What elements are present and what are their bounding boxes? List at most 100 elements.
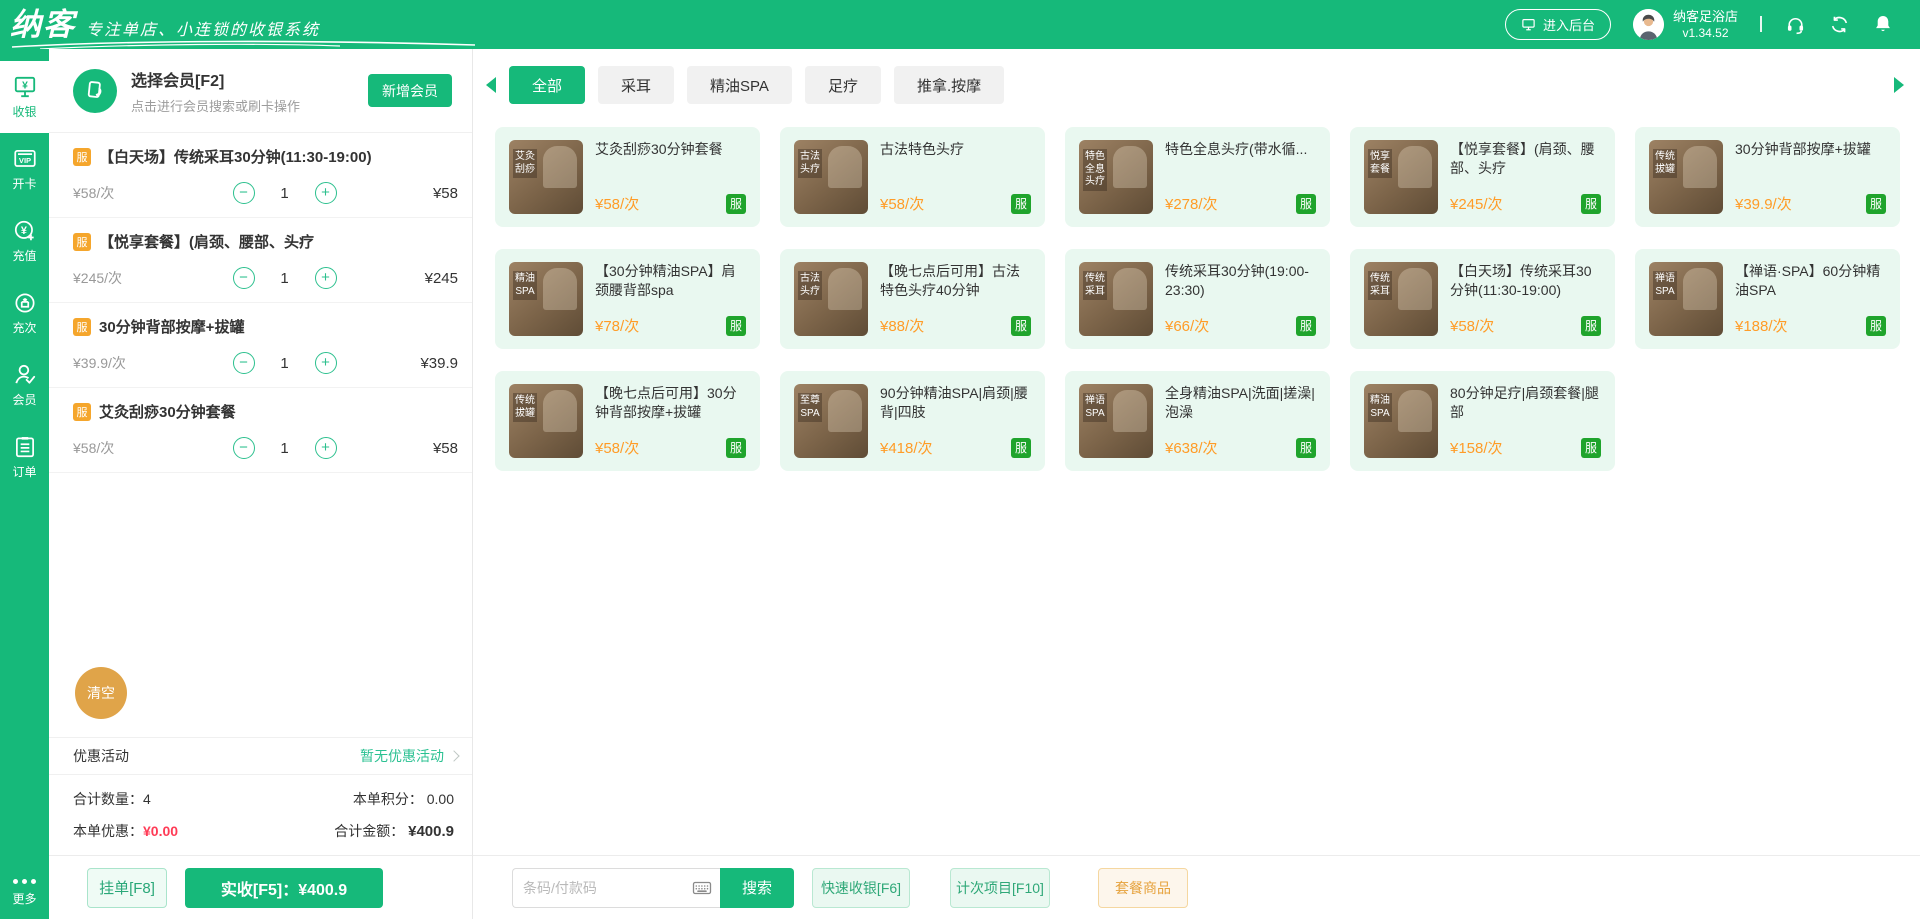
product-name: 【晚七点后可用】30分钟背部按摩+拔罐 [595, 384, 746, 422]
scroll-right-icon[interactable] [1894, 77, 1904, 93]
vip-card-icon: VIP [12, 146, 38, 172]
product-card[interactable]: 精油SPA 80分钟足疗|肩颈套餐|腿部 ¥158/次 服 [1350, 371, 1615, 471]
sidebar-item-label: 充次 [12, 319, 36, 336]
product-card[interactable]: 至尊SPA 90分钟精油SPA|肩颈|腰背|四肢 ¥418/次 服 [780, 371, 1045, 471]
user-info[interactable]: 纳客足浴店 v1.34.52 [1633, 8, 1738, 42]
clear-cart-button[interactable]: 清空 [75, 667, 127, 719]
product-card[interactable]: 传统拔罐 30分钟背部按摩+拔罐 ¥39.9/次 服 [1635, 127, 1900, 227]
cart-item-qty: 1 [279, 355, 291, 372]
divider [1760, 16, 1762, 32]
sidebar-more-label: 更多 [12, 890, 36, 907]
cart-item-unit-price: ¥39.9/次 [73, 353, 191, 373]
cart-item-name: 【白天场】传统采耳30分钟(11:30-19:00) [99, 146, 372, 167]
service-badge: 服 [1011, 316, 1031, 336]
sync-icon[interactable] [1828, 13, 1850, 35]
cart-item[interactable]: 服 艾灸刮痧30分钟套餐 ¥58/次 1 ¥58 [49, 388, 472, 473]
sidebar-item-recharge-times[interactable]: 充次 [0, 277, 49, 349]
increase-qty-button[interactable] [315, 352, 337, 374]
customer-service-icon[interactable] [1784, 13, 1806, 35]
increase-qty-button[interactable] [315, 267, 337, 289]
increase-qty-button[interactable] [315, 437, 337, 459]
keyboard-icon[interactable] [692, 878, 712, 903]
top-bar: 纳客 专注单店、小连锁的收银系统 进入后台 纳客足浴店 [0, 0, 1920, 49]
product-price: ¥58/次 [595, 193, 639, 214]
sidebar-item-cashier[interactable]: ¥ 收银 [0, 61, 49, 133]
scroll-left-icon[interactable] [486, 77, 496, 93]
product-name: 特色全息头疗(带水循... [1165, 140, 1316, 159]
product-card[interactable]: 禅语SPA 【禅语·SPA】60分钟精油SPA ¥188/次 服 [1635, 249, 1900, 349]
product-grid: 艾灸刮痧 艾灸刮痧30分钟套餐 ¥58/次 服 古法头疗 古法特色头疗 ¥58/… [495, 127, 1900, 471]
store-name: 纳客足浴店 [1673, 8, 1738, 26]
search-button[interactable]: 搜索 [720, 868, 794, 908]
cart-item[interactable]: 服 30分钟背部按摩+拔罐 ¥39.9/次 1 ¥39.9 [49, 303, 472, 388]
product-card[interactable]: 古法头疗 【晚七点后可用】古法特色头疗40分钟 ¥88/次 服 [780, 249, 1045, 349]
discount-value: ¥0.00 [143, 823, 178, 839]
product-card[interactable]: 禅语SPA 全身精油SPA|洗面|搓澡|泡澡 ¥638/次 服 [1065, 371, 1330, 471]
notification-bell-icon[interactable] [1872, 13, 1894, 35]
sidebar-item-orders[interactable]: 订单 [0, 421, 49, 493]
tab-foot-massage[interactable]: 足疗 [805, 66, 881, 104]
barcode-input[interactable] [512, 868, 720, 908]
decrease-qty-button[interactable] [233, 182, 255, 204]
product-price: ¥58/次 [880, 193, 924, 214]
member-card-swipe-icon[interactable] [73, 69, 117, 113]
increase-qty-button[interactable] [315, 182, 337, 204]
product-name: 艾灸刮痧30分钟套餐 [595, 140, 746, 159]
product-image: 精油SPA [1364, 384, 1438, 458]
more-dots-icon [13, 879, 36, 884]
recharge-icon: ¥ [12, 218, 38, 244]
sidebar-item-open-card[interactable]: VIP 开卡 [0, 133, 49, 205]
product-card[interactable]: 传统拔罐 【晚七点后可用】30分钟背部按摩+拔罐 ¥58/次 服 [495, 371, 760, 471]
quick-cashier-button[interactable]: 快速收银[F6] [812, 868, 910, 908]
tab-all[interactable]: 全部 [509, 66, 585, 104]
product-name: 【30分钟精油SPA】肩颈腰背部spa [595, 262, 746, 300]
sidebar-item-label: 开卡 [12, 175, 36, 192]
sidebar-item-members[interactable]: 会员 [0, 349, 49, 421]
sidebar: ¥ 收银 VIP 开卡 ¥ 充值 充次 [0, 49, 49, 919]
decrease-qty-button[interactable] [233, 352, 255, 374]
add-member-button[interactable]: 新增会员 [368, 74, 452, 107]
product-name: 【悦享套餐】(肩颈、腰部、头疗 [1450, 140, 1601, 178]
product-card[interactable]: 特色全息头疗 特色全息头疗(带水循... ¥278/次 服 [1065, 127, 1330, 227]
count-item-button[interactable]: 计次项目[F10] [950, 868, 1050, 908]
product-card[interactable]: 传统采耳 【白天场】传统采耳30分钟(11:30-19:00) ¥58/次 服 [1350, 249, 1615, 349]
package-goods-button[interactable]: 套餐商品 [1098, 868, 1188, 908]
logo-tagline: 专注单店、小连锁的收银系统 [86, 16, 320, 40]
barcode-group: 搜索 [512, 868, 794, 908]
cart-item-amount: ¥58 [378, 185, 458, 202]
product-price: ¥188/次 [1735, 315, 1788, 336]
tab-tuina-massage[interactable]: 推拿.按摩 [894, 66, 1004, 104]
points-label: 本单积分： [353, 791, 423, 807]
cart-item[interactable]: 服 【悦享套餐】(肩颈、腰部、头疗 ¥245/次 1 ¥245 [49, 218, 472, 303]
charge-button[interactable]: 实收[F5]：¥400.9 [185, 868, 383, 908]
decrease-qty-button[interactable] [233, 267, 255, 289]
sidebar-item-more[interactable]: 更多 [0, 879, 49, 907]
total-qty-label: 合计数量： [73, 789, 143, 809]
promo-value-link[interactable]: 暂无优惠活动 [360, 746, 458, 766]
sidebar-item-recharge[interactable]: ¥ 充值 [0, 205, 49, 277]
category-tabs: 全部 采耳 精油SPA 足疗 推拿.按摩 [473, 49, 1920, 107]
select-member-button[interactable]: 选择会员[F2] 点击进行会员搜索或刷卡操作 [131, 67, 300, 115]
cart-panel: 选择会员[F2] 点击进行会员搜索或刷卡操作 新增会员 服 【白天场】传统采耳3… [49, 49, 473, 919]
product-image: 传统拔罐 [509, 384, 583, 458]
select-member-title: 选择会员[F2] [131, 67, 300, 91]
product-image: 传统采耳 [1079, 262, 1153, 336]
cart-item[interactable]: 服 【白天场】传统采耳30分钟(11:30-19:00) ¥58/次 1 ¥58 [49, 133, 472, 218]
tab-ear-cleaning[interactable]: 采耳 [598, 66, 674, 104]
product-card[interactable]: 艾灸刮痧 艾灸刮痧30分钟套餐 ¥58/次 服 [495, 127, 760, 227]
service-badge: 服 [73, 403, 91, 421]
product-price: ¥58/次 [1450, 315, 1494, 336]
decrease-qty-button[interactable] [233, 437, 255, 459]
product-image: 悦享套餐 [1364, 140, 1438, 214]
tab-oil-spa[interactable]: 精油SPA [687, 66, 792, 104]
product-card[interactable]: 传统采耳 传统采耳30分钟(19:00-23:30) ¥66/次 服 [1065, 249, 1330, 349]
enter-backstage-button[interactable]: 进入后台 [1505, 9, 1611, 40]
product-card[interactable]: 悦享套餐 【悦享套餐】(肩颈、腰部、头疗 ¥245/次 服 [1350, 127, 1615, 227]
hold-order-button[interactable]: 挂单[F8] [87, 868, 167, 908]
product-card[interactable]: 古法头疗 古法特色头疗 ¥58/次 服 [780, 127, 1045, 227]
product-card[interactable]: 精油SPA 【30分钟精油SPA】肩颈腰背部spa ¥78/次 服 [495, 249, 760, 349]
discount-label: 本单优惠： [73, 821, 143, 841]
avatar [1633, 9, 1664, 40]
cart-item-amount: ¥245 [378, 270, 458, 287]
product-name: 80分钟足疗|肩颈套餐|腿部 [1450, 384, 1601, 422]
